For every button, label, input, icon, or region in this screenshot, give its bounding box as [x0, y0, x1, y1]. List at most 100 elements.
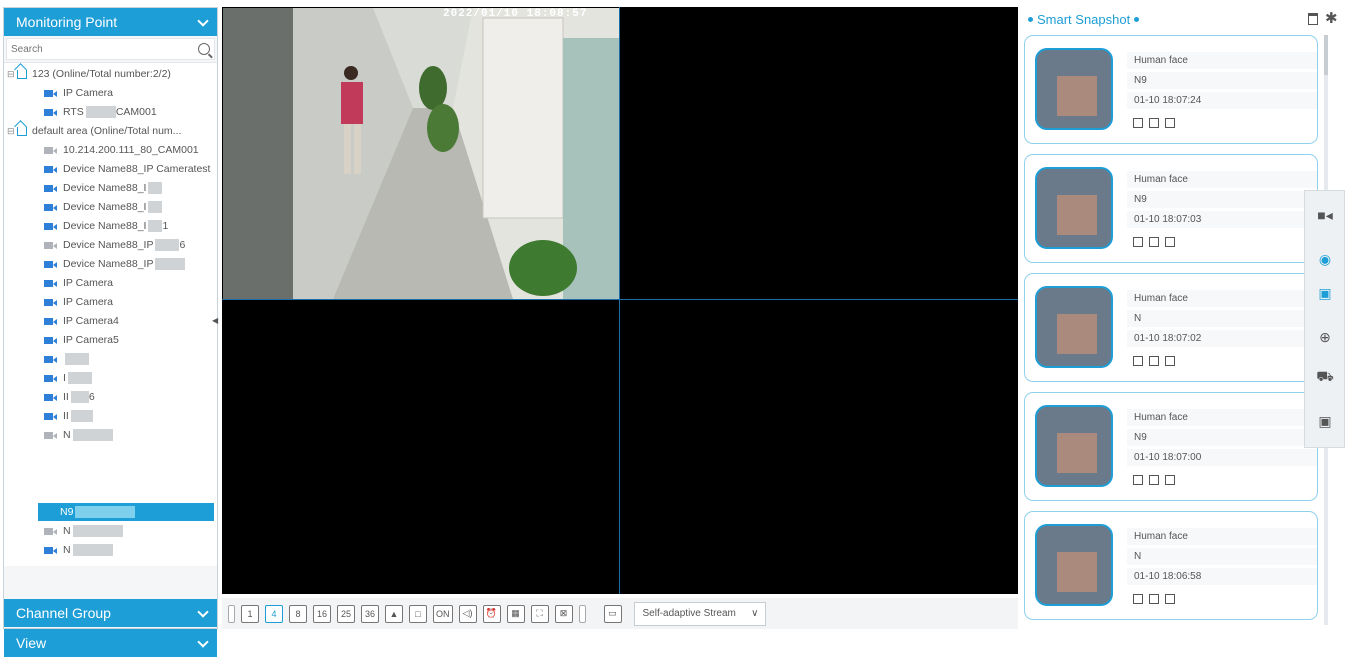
video-camera-icon[interactable]: ■◂: [1315, 205, 1335, 225]
tree-item[interactable]: N: [44, 522, 123, 540]
snapshot-time: 01-10 18:07:03: [1127, 211, 1317, 228]
tree-item[interactable]: I: [44, 369, 92, 387]
tree-item[interactable]: IP Camera: [44, 274, 113, 292]
tree-label: IP Camera: [63, 277, 113, 289]
snapshot-card[interactable]: Human face N 01-10 18:06:58: [1024, 511, 1318, 620]
monitoring-point-header[interactable]: Monitoring Point: [4, 8, 217, 36]
tree-item[interactable]: 10.214.200.111_80_CAM001: [44, 141, 199, 159]
tree-item[interactable]: RTS CAM001: [44, 103, 157, 121]
trash-icon[interactable]: [1308, 13, 1318, 25]
search-input[interactable]: [11, 43, 181, 55]
layout-36-button[interactable]: 36: [361, 604, 379, 623]
camera-icon: [44, 393, 58, 401]
gear-icon[interactable]: ✱: [1325, 9, 1338, 27]
tree-item[interactable]: IP Camera5: [44, 331, 119, 349]
tree-item[interactable]: N: [44, 541, 113, 559]
fullscreen-button[interactable]: ⛶: [530, 604, 549, 623]
snapshot-card[interactable]: Human face N 01-10 18:07:02: [1024, 273, 1318, 382]
osd-on-button[interactable]: ON: [433, 604, 453, 623]
search-face-icon[interactable]: [1165, 594, 1175, 604]
decor-dot: [1134, 16, 1140, 22]
grid-divider: [222, 299, 1018, 300]
redacted-block: [85, 106, 116, 118]
tree-item[interactable]: Device Name88_IP: [44, 255, 186, 273]
alarm-button[interactable]: ⏰: [482, 604, 501, 623]
search-face-icon[interactable]: [1165, 118, 1175, 128]
export-icon[interactable]: [1149, 475, 1159, 485]
tree-item[interactable]: IP Camera: [44, 293, 113, 311]
add-icon[interactable]: [1133, 356, 1143, 366]
export-icon[interactable]: [1149, 356, 1159, 366]
camera-icon: [44, 222, 58, 230]
snapshot-card[interactable]: Human face N9 01-10 18:07:24: [1024, 35, 1318, 144]
tree-area-default[interactable]: ⊟ default area (Online/Total num...: [7, 122, 181, 140]
camera-icon: [44, 298, 58, 306]
layout-8-button[interactable]: 8: [289, 604, 307, 623]
add-icon[interactable]: [1133, 118, 1143, 128]
fullscreen-window-button[interactable]: □: [409, 604, 427, 623]
layout-1-button[interactable]: 1: [241, 604, 259, 623]
tree-item[interactable]: IP Camera4: [44, 312, 119, 330]
snapshot-all-button[interactable]: ▦: [506, 604, 525, 623]
tree-item[interactable]: II 6: [44, 388, 95, 406]
tree-label: Device Name88_I: [63, 201, 147, 213]
tree-item-selected[interactable]: N9: [60, 503, 136, 521]
redacted-block: [65, 353, 89, 365]
channel-group-title: Channel Group: [16, 605, 111, 621]
view-header[interactable]: View: [4, 629, 217, 657]
search-face-icon[interactable]: [1165, 475, 1175, 485]
search-face-icon[interactable]: [1165, 237, 1175, 247]
save-view-icon[interactable]: ▭: [603, 604, 622, 623]
tree-item[interactable]: IP Camera: [44, 84, 113, 102]
snapshot-icon[interactable]: ▣: [1315, 283, 1335, 303]
snapshot-header: Smart Snapshot: [1020, 7, 1346, 31]
layout-4-button[interactable]: 4: [265, 604, 283, 623]
scroll-left-button[interactable]: [228, 604, 235, 623]
tree-item[interactable]: Device Name88_I: [44, 198, 163, 216]
export-icon[interactable]: [1149, 237, 1159, 247]
smart-snapshot-panel: Smart Snapshot ✱ Human face N9 01-10 18:…: [1020, 7, 1346, 629]
camera-icon: [44, 279, 58, 287]
export-icon[interactable]: [1149, 594, 1159, 604]
tree-label: Device Name88_IP: [63, 258, 154, 270]
layout-25-button[interactable]: 25: [337, 604, 355, 623]
face-thumbnail: [1035, 48, 1113, 130]
camera-icon: [44, 546, 58, 554]
scroll-right-button[interactable]: [578, 604, 586, 623]
close-all-button[interactable]: ⊠: [554, 604, 573, 623]
add-icon[interactable]: [1133, 594, 1143, 604]
search-face-icon[interactable]: [1165, 356, 1175, 366]
chevron-down-icon[interactable]: [197, 637, 209, 649]
export-icon[interactable]: [1149, 118, 1159, 128]
snapshot-card[interactable]: Human face N9 01-10 18:07:03: [1024, 154, 1318, 263]
tree-area-123[interactable]: ⊟ 123 (Online/Total number:2/2): [7, 65, 171, 83]
tree-label: IP Camera: [63, 87, 113, 99]
tree-item[interactable]: Device Name88_I: [44, 179, 163, 197]
record-icon[interactable]: ◉: [1315, 249, 1335, 269]
tree-item[interactable]: II: [44, 407, 93, 425]
face-mosaic: [1057, 433, 1097, 473]
stream-select[interactable]: Self-adaptive Stream ∨: [633, 601, 766, 626]
snapshot-card[interactable]: Human face N9 01-10 18:07:00: [1024, 392, 1318, 501]
layout-toolbar: 1 4 8 16 25 36 ▲ □ ON ◁) ⏰ ▦ ⛶ ⊠ ▭ Self-…: [222, 598, 1018, 629]
collapse-panel-handle[interactable]: ◀: [212, 316, 218, 325]
layout-16-button[interactable]: 16: [313, 604, 331, 623]
face-detection-icon[interactable]: ⊕: [1315, 327, 1335, 347]
tree-item[interactable]: Device Name88_IP 6: [44, 236, 185, 254]
tree-item[interactable]: N: [44, 426, 113, 444]
tree-item[interactable]: Device Name88_I 1: [44, 217, 168, 235]
custom-layout-button[interactable]: ▲: [385, 604, 403, 623]
video-tile-1[interactable]: 2022/01/10 18:08:57: [223, 8, 620, 299]
chevron-down-icon[interactable]: [197, 16, 209, 28]
search-icon[interactable]: [198, 43, 210, 55]
full-frame-icon[interactable]: ▣: [1315, 411, 1335, 431]
scrollbar-thumb[interactable]: [1324, 35, 1328, 75]
vehicle-icon[interactable]: ⛟: [1315, 367, 1335, 387]
chevron-down-icon[interactable]: [197, 607, 209, 619]
add-icon[interactable]: [1133, 475, 1143, 485]
add-icon[interactable]: [1133, 237, 1143, 247]
audio-button[interactable]: ◁): [458, 604, 477, 623]
tree-item[interactable]: Device Name88_IP Cameratest: [44, 160, 210, 178]
channel-group-header[interactable]: Channel Group: [4, 599, 217, 627]
tree-item[interactable]: [44, 350, 89, 368]
